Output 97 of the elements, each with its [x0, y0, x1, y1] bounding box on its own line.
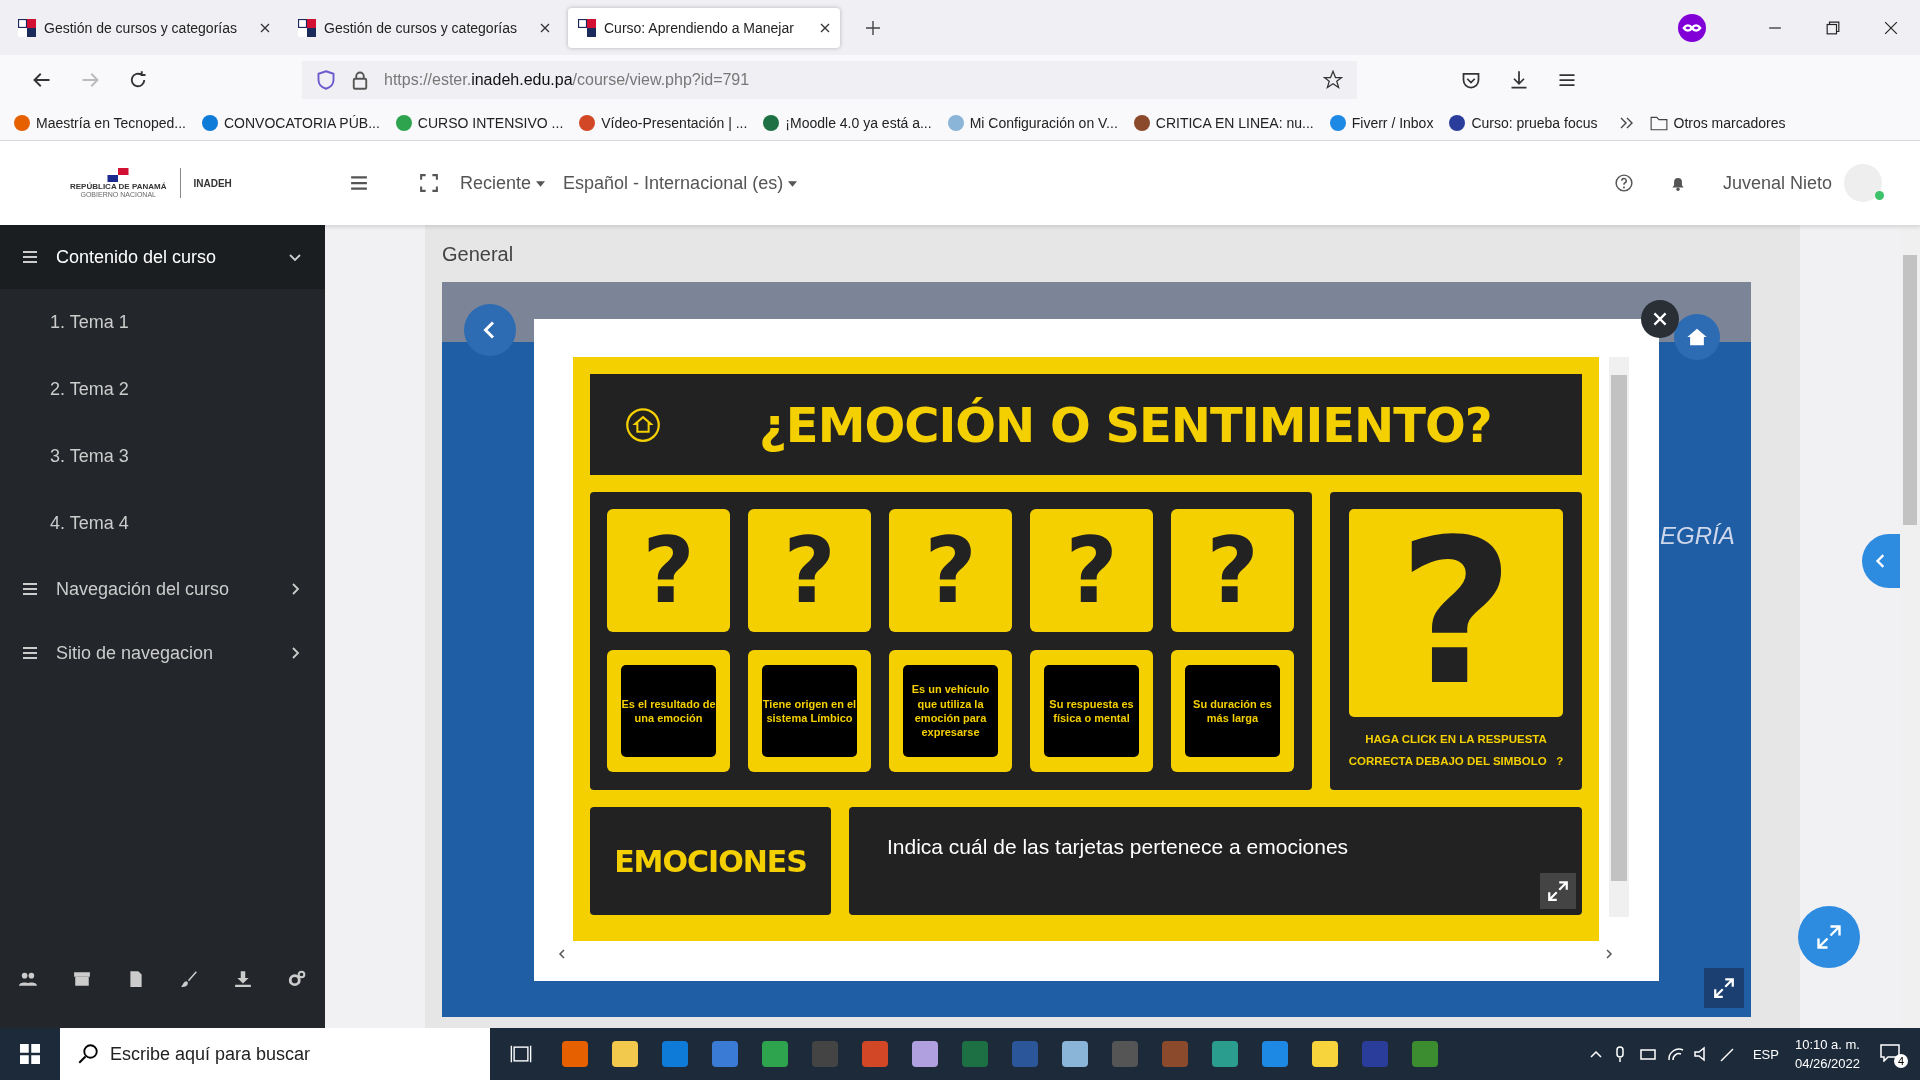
flag-favicon-icon [298, 18, 316, 37]
download-icon[interactable] [233, 970, 254, 988]
fullscreen-icon[interactable] [420, 174, 438, 192]
chevron-down-icon [289, 251, 301, 263]
menu-icon[interactable] [350, 174, 368, 192]
bookmark-link[interactable]: Curso: prueba focus [1449, 114, 1598, 131]
pocket-icon[interactable] [1461, 70, 1481, 90]
brush-icon[interactable] [179, 970, 200, 988]
users-icon[interactable] [18, 970, 38, 988]
browser-tab[interactable]: Gestión de cursos y categorías [288, 7, 560, 48]
help-icon[interactable] [1614, 174, 1633, 192]
flag-favicon-icon [578, 18, 596, 37]
answer-card[interactable]: Es un vehículo que utiliza la emoción para expresarse [903, 665, 998, 757]
fullscreen-button[interactable] [1540, 873, 1576, 909]
answer-card[interactable]: Tiene origen en el sistema Límbico [762, 665, 857, 757]
windows-start-icon[interactable] [20, 1044, 40, 1064]
list-icon [22, 582, 38, 596]
sidebar-item[interactable]: 2. Tema 2 [0, 356, 325, 423]
close-icon[interactable] [1884, 20, 1898, 35]
sidebar-item[interactable]: 4. Tema 4 [0, 490, 325, 557]
user-name[interactable]: Juvenal Nieto [1722, 172, 1832, 194]
instruction-text: HAGA CLICK EN LA RESPUESTA CORRECTA DEBAJO DEL SIMBOLO ? [1347, 732, 1565, 770]
answer-card[interactable]: Es el resultado de una emoción [621, 665, 716, 757]
notification-count: 4 [1894, 1054, 1908, 1068]
vertical-scrollbar[interactable] [1609, 357, 1629, 917]
lock-icon [350, 70, 370, 90]
address-bar[interactable]: https://ester.inadeh.edu.pa/course/view.php?id=791 [302, 61, 1357, 99]
scroll-right-icon[interactable] [1605, 949, 1613, 959]
new-tab-icon[interactable] [866, 20, 880, 35]
sidebar-item[interactable]: 1. Tema 1 [0, 289, 325, 356]
bookmark-link[interactable]: CURSO INTENSIVO ... [395, 114, 564, 131]
gears-icon[interactable] [287, 970, 307, 988]
question-card[interactable]: ? [1030, 509, 1153, 632]
home-icon [1686, 326, 1708, 348]
caret-down-icon [536, 180, 546, 187]
flag-favicon-icon [18, 18, 36, 37]
double-chevron-icon[interactable] [1619, 116, 1634, 129]
bookmark-link[interactable]: Maestría en Tecnoped... [14, 114, 186, 131]
game-title: ¿EMOCIÓN O SENTIMIENTO? [759, 396, 1492, 453]
sidebar-section[interactable]: Contenido del curso [0, 225, 325, 289]
language-indicator[interactable]: ESP [1752, 1046, 1779, 1062]
category-label: EMOCIONES [590, 807, 831, 915]
close-icon[interactable] [540, 22, 550, 33]
question-card[interactable]: ? [889, 509, 1012, 632]
sidebar-section[interactable]: Sitio de navegacion [0, 621, 325, 685]
download-icon[interactable] [1509, 70, 1529, 90]
home-button[interactable] [1674, 314, 1720, 360]
bookmark-link[interactable]: Fiverr / Inbox [1329, 114, 1434, 131]
question-card[interactable]: ? [1171, 509, 1294, 632]
question-card[interactable]: ? [607, 509, 730, 632]
notification-icon[interactable] [1880, 1044, 1900, 1062]
sidebar-item[interactable]: 3. Tema 3 [0, 423, 325, 490]
close-icon[interactable] [820, 22, 830, 33]
bookmark-link[interactable]: CONVOCATORIA PÚB... [201, 114, 380, 131]
sidebar-section[interactable]: Navegación del curso [0, 557, 325, 621]
bookmark-link[interactable]: Mi Configuración on V... [947, 114, 1118, 131]
archive-icon[interactable] [71, 970, 92, 988]
dropdown-menu[interactable]: Reciente [460, 172, 546, 194]
caret-down-icon [788, 180, 798, 187]
drawer-toggle-button[interactable] [1862, 534, 1900, 588]
list-icon [22, 250, 38, 264]
shield-icon [316, 70, 336, 90]
expand-icon [1548, 881, 1568, 901]
question-card[interactable]: ? [748, 509, 871, 632]
answer-slot: ? [1349, 509, 1563, 718]
restore-icon[interactable] [1826, 20, 1840, 35]
close-icon [1653, 312, 1667, 326]
private-mask-icon[interactable] [1678, 13, 1706, 42]
star-icon[interactable] [1323, 70, 1343, 90]
close-icon[interactable] [260, 22, 270, 33]
home-icon[interactable] [625, 406, 661, 443]
background-text: EGRÍA [1660, 522, 1735, 550]
expand-icon [1714, 978, 1734, 998]
folder-icon[interactable] [1649, 114, 1668, 131]
search-icon [78, 1044, 98, 1064]
task-view-icon[interactable] [510, 1043, 532, 1065]
bookmark-link[interactable]: Vídeo-Presentación | ... [579, 114, 748, 131]
bookmark-link[interactable]: CRITICA EN LINEA: nu... [1133, 114, 1314, 131]
answer-card[interactable]: Su respuesta es física o mental [1044, 665, 1139, 757]
scroll-left-icon[interactable] [558, 949, 566, 959]
reload-icon[interactable] [128, 70, 148, 90]
clock[interactable]: 10:10 a. m. 04/26/2022 [1794, 1034, 1860, 1074]
chevron-right-icon [289, 647, 301, 659]
bookmark-folder[interactable]: Otros marcadores [1673, 114, 1786, 131]
section-title: General [442, 243, 515, 267]
browser-tab[interactable]: Gestión de cursos y categorías [8, 7, 280, 48]
chevron-right-icon [289, 583, 301, 595]
browser-tab[interactable]: Curso: Aprendiendo a Manejar [568, 7, 840, 48]
expand-button[interactable] [1704, 968, 1744, 1008]
dropdown-menu[interactable]: Español - Internacional (es) [563, 172, 798, 194]
list-icon [22, 646, 38, 660]
url-text: https://ester.inadeh.edu.pa/course/view.php?id=791 [384, 71, 750, 89]
bookmark-link[interactable]: ¡Moodle 4.0 ya está a... [763, 114, 932, 131]
answer-card[interactable]: Su duración es más larga [1185, 665, 1280, 757]
prompt-text: Indica cuál de las tarjetas pertenece a emociones [887, 835, 1349, 858]
search-field[interactable]: Escribe aquí para buscar [60, 1028, 490, 1080]
expand-icon [1817, 925, 1841, 949]
